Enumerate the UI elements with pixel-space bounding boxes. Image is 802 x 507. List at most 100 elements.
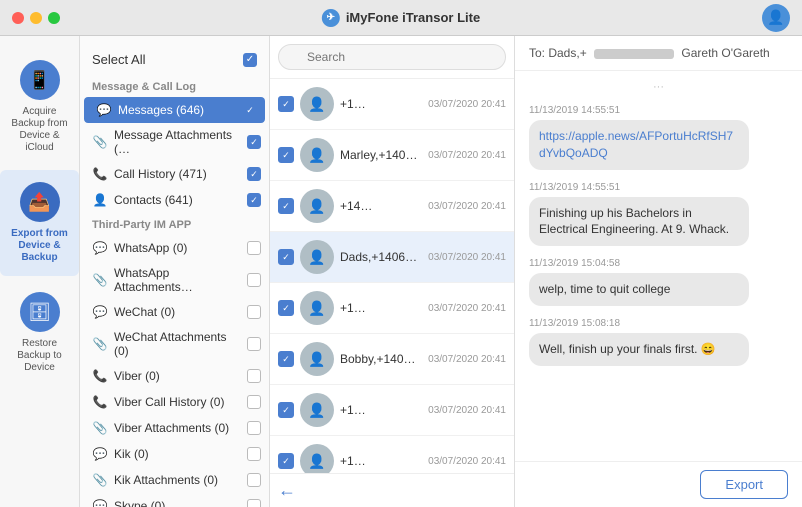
viber-checkbox[interactable]	[247, 369, 261, 383]
message-timestamp: 11/13/2019 14:55:51	[529, 182, 788, 193]
conv-checkbox[interactable]: ✓	[278, 300, 294, 316]
conv-checkbox[interactable]: ✓	[278, 249, 294, 265]
nav-item-skype[interactable]: 💬 Skype (0)	[80, 493, 269, 507]
nav-item-whatsapp-attachments[interactable]: 📎 WhatsApp Attachments…	[80, 261, 269, 299]
conv-checkbox[interactable]: ✓	[278, 402, 294, 418]
nav-panel: Select All ✓ Message & Call Log 💬 Messag…	[80, 36, 270, 507]
close-button[interactable]	[12, 12, 24, 24]
message-group: 11/13/2019 15:04:58 welp, time to quit c…	[529, 258, 788, 306]
nav-item-kik[interactable]: 💬 Kik (0)	[80, 441, 269, 467]
nav-item-viber-attach[interactable]: 📎 Viber Attachments (0)	[80, 415, 269, 441]
conv-time: 03/07/2020 20:41	[428, 354, 506, 365]
kik-icon: 💬	[92, 446, 108, 462]
wechat-attach-checkbox[interactable]	[247, 337, 261, 351]
conv-checkbox[interactable]: ✓	[278, 351, 294, 367]
viber-attach-checkbox[interactable]	[247, 421, 261, 435]
viber-call-checkbox[interactable]	[247, 395, 261, 409]
sidebar-item-export[interactable]: 📤 Export from Device & Backup	[0, 170, 79, 276]
wechat-icon: 💬	[92, 304, 108, 320]
back-button[interactable]: ←	[278, 480, 296, 501]
conv-checkbox[interactable]: ✓	[278, 147, 294, 163]
call-history-checkbox[interactable]: ✓	[247, 167, 261, 181]
message-bubble: Well, finish up your finals first. 😄	[529, 333, 749, 366]
nav-item-call-history[interactable]: 📞 Call History (471) ✓	[80, 161, 269, 187]
conv-info: Dads,+14066005...	[340, 250, 422, 264]
message-attachments-checkbox[interactable]: ✓	[247, 135, 261, 149]
conversation-item[interactable]: ✓ 👤 Bobby,+14066600... 03/07/2020 20:41	[270, 334, 514, 385]
conv-name: Bobby,+14066600...	[340, 352, 422, 366]
avatar: 👤	[300, 87, 334, 121]
conv-time: 03/07/2020 20:41	[428, 201, 506, 212]
conv-checkbox[interactable]: ✓	[278, 96, 294, 112]
nav-item-kik-attach[interactable]: 📎 Kik Attachments (0)	[80, 467, 269, 493]
nav-item-wechat-attachments[interactable]: 📎 WeChat Attachments (0)	[80, 325, 269, 363]
whatsapp-attach-checkbox[interactable]	[247, 273, 261, 287]
whatsapp-icon: 💬	[92, 240, 108, 256]
message-link: https://apple.news/AFPortuHcRfSH7dYvbQoA…	[539, 129, 733, 160]
nav-item-viber-call[interactable]: 📞 Viber Call History (0)	[80, 389, 269, 415]
conv-info: +14	[340, 199, 422, 213]
nav-item-wechat[interactable]: 💬 WeChat (0)	[80, 299, 269, 325]
conv-checkbox[interactable]: ✓	[278, 198, 294, 214]
nav-item-contacts[interactable]: 👤 Contacts (641) ✓	[80, 187, 269, 213]
messages-icon: 💬	[96, 102, 112, 118]
conv-name: +1,...	[340, 403, 422, 417]
nav-item-messages[interactable]: 💬 Messages (646) ✓	[84, 97, 265, 123]
select-all-checkbox[interactable]: ✓	[243, 53, 257, 67]
message-timestamp: 11/13/2019 14:55:51	[529, 105, 788, 116]
skype-checkbox[interactable]	[247, 499, 261, 507]
nav-item-viber[interactable]: 📞 Viber (0)	[80, 363, 269, 389]
conv-name: +1+...	[340, 301, 422, 315]
conv-info: Bobby,+14066600...	[340, 352, 422, 366]
minimize-button[interactable]	[30, 12, 42, 24]
conversation-item[interactable]: ✓ 👤 Marley,+14066600... 03/07/2020 20:41	[270, 130, 514, 181]
conversation-item[interactable]: ✓ 👤 +1+... 03/07/2020 20:41	[270, 283, 514, 334]
search-bar: 🔍	[270, 36, 514, 79]
search-input[interactable]	[278, 44, 506, 70]
conv-checkbox[interactable]: ✓	[278, 453, 294, 469]
kik-attach-icon: 📎	[92, 472, 108, 488]
viber-icon: 📞	[92, 368, 108, 384]
conversation-item[interactable]: ✓ 👤 +1... 03/07/2020 20:41	[270, 436, 514, 473]
icon-sidebar: 📱 Acquire Backup from Device & iCloud 📤 …	[0, 36, 80, 507]
conversation-list: ✓ 👤 +1... 03/07/2020 20:41 ✓ 👤 Marley,+1…	[270, 79, 514, 473]
attachments-icon: 📎	[92, 134, 108, 150]
nav-item-message-attachments[interactable]: 📎 Message Attachments (… ✓	[80, 123, 269, 161]
export-button[interactable]: Export	[700, 470, 788, 499]
messages-checkbox[interactable]: ✓	[243, 103, 257, 117]
wechat-checkbox[interactable]	[247, 305, 261, 319]
header-redacted	[594, 49, 674, 59]
message-footer: Export	[515, 461, 802, 507]
whatsapp-checkbox[interactable]	[247, 241, 261, 255]
conversation-item-active[interactable]: ✓ 👤 Dads,+14066005... 03/07/2020 20:41	[270, 232, 514, 283]
sidebar-item-acquire[interactable]: 📱 Acquire Backup from Device & iCloud	[0, 48, 79, 166]
avatar: 👤	[300, 240, 334, 274]
main-layout: 📱 Acquire Backup from Device & iCloud 📤 …	[0, 36, 802, 507]
conversation-item[interactable]: ✓ 👤 +14 03/07/2020 20:41	[270, 181, 514, 232]
conv-time: 03/07/2020 20:41	[428, 405, 506, 416]
contacts-checkbox[interactable]: ✓	[247, 193, 261, 207]
message-timestamp: 11/13/2019 15:04:58	[529, 258, 788, 269]
message-bubble: welp, time to quit college	[529, 273, 749, 306]
nav-item-whatsapp[interactable]: 💬 WhatsApp (0)	[80, 235, 269, 261]
kik-attach-checkbox[interactable]	[247, 473, 261, 487]
conv-info: Marley,+14066600...	[340, 148, 422, 162]
message-group: 11/13/2019 14:55:51 https://apple.news/A…	[529, 105, 788, 170]
message-group: 11/13/2019 15:08:18 Well, finish up your…	[529, 318, 788, 366]
wechat-attach-icon: 📎	[92, 336, 108, 352]
section-message-call-log: Message & Call Log	[80, 75, 269, 97]
contacts-icon: 👤	[92, 192, 108, 208]
conv-name: +1...	[340, 97, 422, 111]
maximize-button[interactable]	[48, 12, 60, 24]
conversation-item[interactable]: ✓ 👤 +1... 03/07/2020 20:41	[270, 79, 514, 130]
user-avatar[interactable]: 👤	[762, 4, 790, 32]
export-icon: 📤	[20, 182, 60, 222]
conv-info: +1+...	[340, 301, 422, 315]
viber-attach-icon: 📎	[92, 420, 108, 436]
sidebar-item-restore[interactable]: 🗄 Restore Backup to Device	[0, 280, 79, 386]
select-all-row: Select All ✓	[80, 44, 269, 75]
kik-checkbox[interactable]	[247, 447, 261, 461]
conv-time: 03/07/2020 20:41	[428, 150, 506, 161]
conversation-item[interactable]: ✓ 👤 +1,... 03/07/2020 20:41	[270, 385, 514, 436]
message-group: 11/13/2019 14:55:51 Finishing up his Bac…	[529, 182, 788, 247]
